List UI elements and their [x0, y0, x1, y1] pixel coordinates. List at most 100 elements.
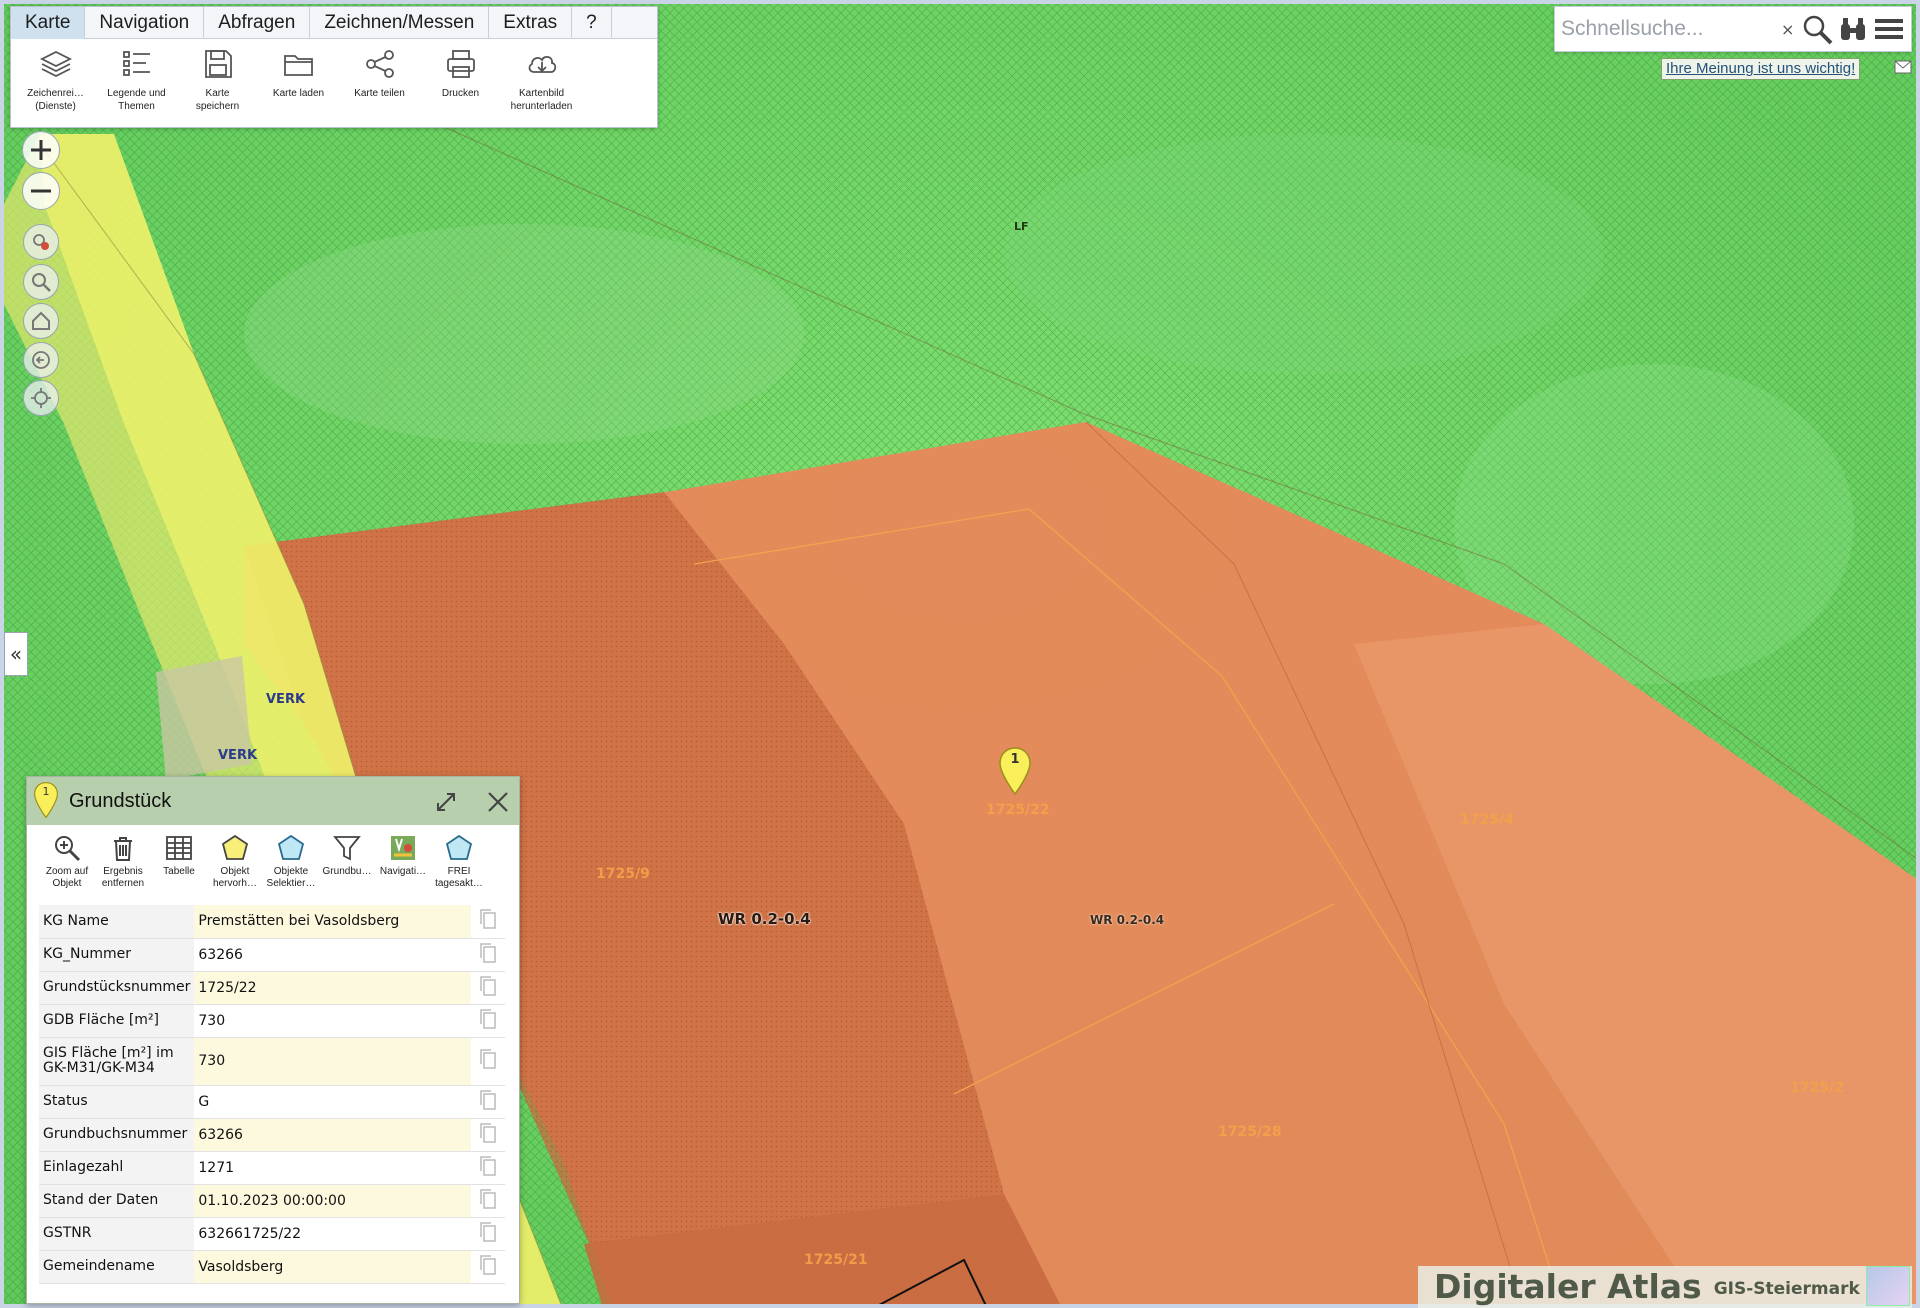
feedback-link[interactable]: Ihre Meinung ist uns wichtig! [1661, 58, 1861, 80]
attribute-value: 1725/22 [194, 971, 472, 1004]
save-map-button[interactable]: Karte speichern [177, 45, 258, 113]
zoom-in-button[interactable] [22, 131, 60, 169]
copy-button[interactable] [471, 905, 505, 938]
tab-abfragen[interactable]: Abfragen [204, 7, 311, 39]
close-icon [488, 792, 508, 812]
copy-icon [480, 1188, 496, 1209]
previous-extent-button[interactable] [23, 342, 59, 378]
attribute-key: GIS Fläche [m²] im GK-M31/GK-M34 [39, 1037, 195, 1085]
load-map-button[interactable]: Karte laden [258, 45, 339, 113]
table-row: Status G [39, 1085, 505, 1118]
copy-button[interactable] [471, 1184, 505, 1217]
trash-icon [114, 837, 132, 861]
home-extent-button[interactable] [23, 303, 59, 339]
expand-icon [437, 793, 455, 811]
menu-toolbar: Zeichenrei… (Dienste) Legende und Themen… [11, 39, 657, 113]
tab-extras[interactable]: Extras [489, 7, 573, 39]
layers-label: Zeichenrei… (Dienste) [27, 88, 84, 112]
my-location-button[interactable] [23, 380, 59, 416]
branding-footer: Digitaler Atlas GIS-Steiermark [1418, 1266, 1912, 1308]
remove-result-button[interactable]: Ergebnis entfernen [95, 833, 151, 905]
table-row: Stand der Daten 01.10.2023 00:00:00 [39, 1184, 505, 1217]
copy-icon [480, 1221, 496, 1242]
locate-point-button[interactable] [23, 224, 59, 260]
share-map-button[interactable]: Karte teilen [339, 45, 420, 113]
layers-icon [39, 50, 72, 78]
tab-help[interactable]: ? [572, 7, 612, 39]
collapse-sidebar-button[interactable]: « [4, 632, 28, 676]
filter-icon [333, 836, 361, 861]
plus-icon [31, 140, 51, 160]
cloud-download-icon [528, 56, 556, 73]
search-button[interactable] [1799, 9, 1835, 49]
map-label-parcel: 1725/21 [804, 1252, 868, 1268]
crosshair-icon [31, 388, 51, 408]
zoom-box-button[interactable] [23, 264, 59, 300]
copy-button[interactable] [471, 1037, 505, 1085]
tab-navigation[interactable]: Navigation [85, 7, 205, 39]
copy-icon [480, 1254, 496, 1275]
copy-button[interactable] [471, 971, 505, 1004]
result-title: Grundstück [69, 789, 172, 812]
attribute-key: GSTNR [39, 1217, 195, 1250]
table-row: Grundstücksnummer 1725/22 [39, 971, 505, 1004]
brand-title: Digitaler Atlas [1434, 1267, 1702, 1306]
maximize-button[interactable] [431, 787, 461, 817]
quick-search-bar: × [1554, 6, 1912, 52]
map-label-zone: WR 0.2-0.4 [1090, 913, 1165, 927]
close-button[interactable] [483, 787, 513, 817]
tab-zeichnen-messen[interactable]: Zeichnen/Messen [310, 7, 490, 39]
copy-icon [480, 975, 496, 996]
attribute-key: Grundbuchsnummer [39, 1118, 195, 1151]
remove-result-label: Ergebnis entfernen [101, 866, 145, 889]
attribute-key: GDB Fläche [m²] [39, 1004, 195, 1037]
layers-button[interactable]: Zeichenrei… (Dienste) [15, 45, 96, 113]
copy-button[interactable] [471, 1151, 505, 1184]
copy-button[interactable] [471, 1085, 505, 1118]
clear-search-button[interactable]: × [1781, 20, 1799, 39]
attribute-key: Einlagezahl [39, 1151, 195, 1184]
result-header: 1 Grundstück [27, 777, 519, 825]
copy-button[interactable] [471, 1118, 505, 1151]
navigation-icon [391, 836, 415, 860]
tab-karte[interactable]: Karte [11, 7, 86, 39]
map-pin-icon[interactable]: 1 [998, 746, 1032, 796]
print-button[interactable]: Drucken [420, 45, 501, 113]
attribute-key: Gemeindename [39, 1250, 195, 1283]
free-daily-button[interactable]: FREI tagesakt… [431, 833, 487, 905]
table-button[interactable]: Tabelle [151, 833, 207, 905]
attribute-key: Stand der Daten [39, 1184, 195, 1217]
legend-button[interactable]: Legende und Themen [96, 45, 177, 113]
attribute-value: 730 [198, 1012, 226, 1029]
copy-button[interactable] [471, 1004, 505, 1037]
download-map-image-label: Kartenbild herunterladen [510, 88, 573, 112]
attribute-value: 1271 [198, 1159, 235, 1176]
download-map-image-button[interactable]: Kartenbild herunterladen [501, 45, 582, 113]
table-row: Grundbuchsnummer 63266 [39, 1118, 505, 1151]
mail-icon[interactable] [1894, 60, 1912, 74]
binoculars-button[interactable] [1835, 9, 1871, 49]
copy-button[interactable] [471, 938, 505, 971]
save-icon [204, 50, 232, 78]
hamburger-menu-button[interactable] [1871, 9, 1907, 49]
navigation-button[interactable]: Navigati… [375, 833, 431, 905]
legend-label: Legende und Themen [107, 88, 166, 112]
copy-button[interactable] [471, 1250, 505, 1283]
land-register-filter-button[interactable]: Grundbu… [319, 833, 375, 905]
load-map-label: Karte laden [272, 88, 325, 99]
navigation-label: Navigati… [379, 866, 427, 877]
select-objects-button[interactable]: Objekte Selektier… [263, 833, 319, 905]
zoom-out-button[interactable] [22, 172, 60, 210]
map-label-parcel: 1725/9 [596, 866, 650, 882]
copy-button[interactable] [471, 1217, 505, 1250]
share-map-label: Karte teilen [354, 88, 405, 99]
table-label: Tabelle [163, 866, 195, 877]
zoom-to-object-button[interactable]: Zoom auf Objekt [39, 833, 95, 905]
highlight-object-button[interactable]: Objekt hervorh… [207, 833, 263, 905]
search-input[interactable] [1561, 17, 1781, 41]
attribute-table: KG Name Premstätten bei Vasoldsberg KG_Num… [39, 905, 505, 1284]
table-row: GSTNR 632661725/22 [39, 1217, 505, 1250]
map-label-zone: WR 0.2-0.4 [718, 910, 811, 928]
highlight-object-label: Objekt hervorh… [213, 866, 257, 889]
result-toolbar: Zoom auf Objekt Ergebnis entfernen Tabel… [27, 825, 519, 905]
